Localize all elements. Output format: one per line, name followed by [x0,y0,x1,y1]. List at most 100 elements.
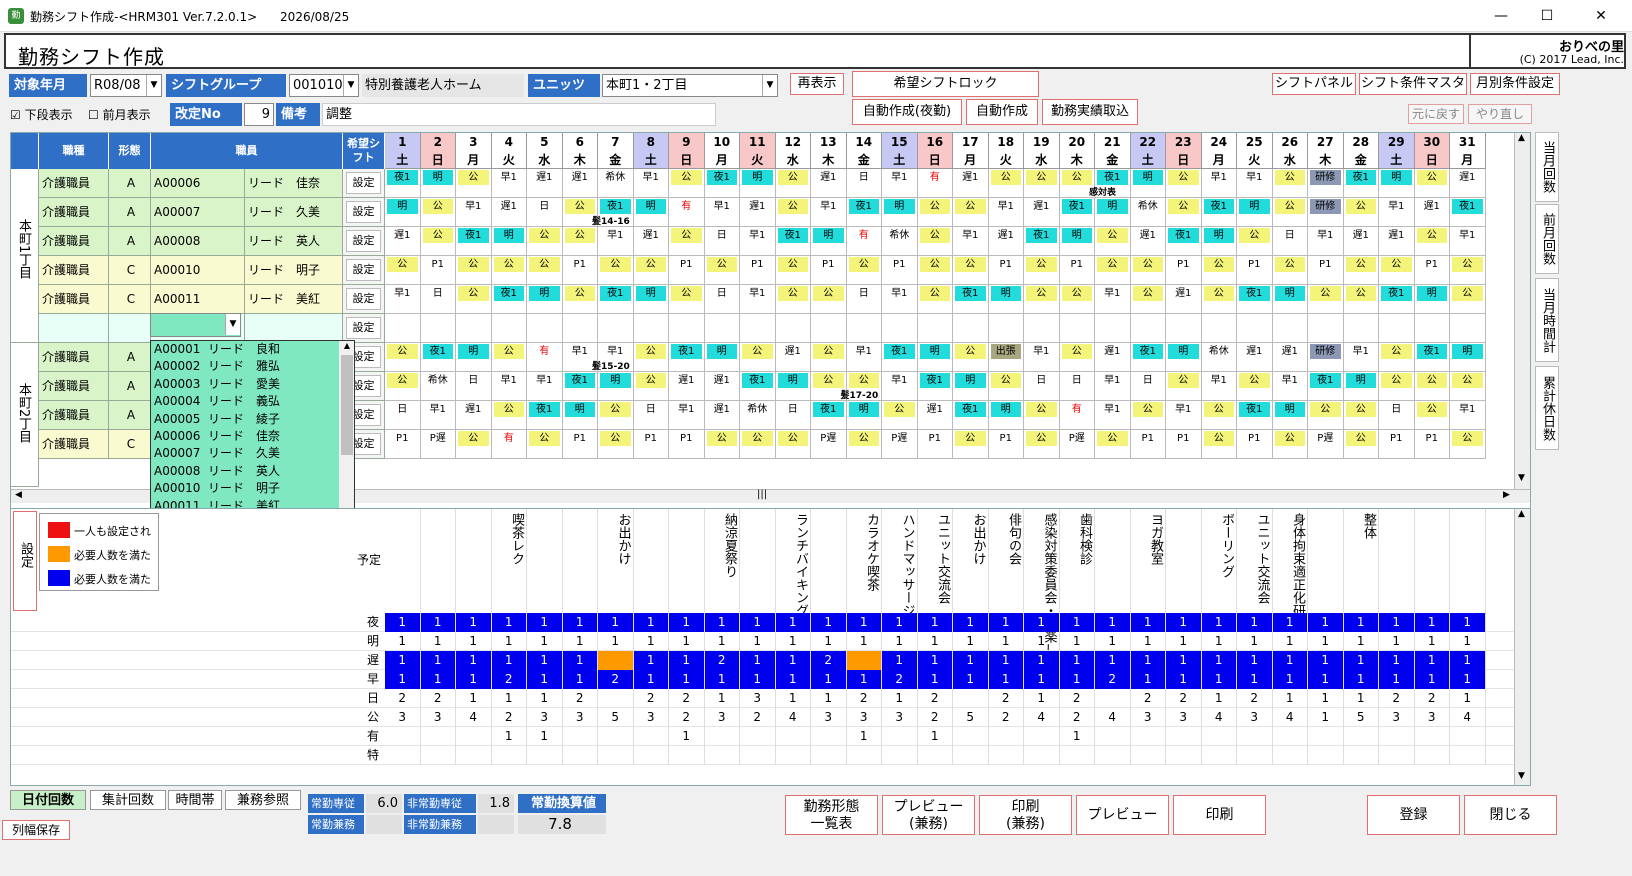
shift-cell[interactable]: 早1 [953,227,989,256]
shift-cell[interactable]: 遅1 [917,401,953,430]
shift-cell[interactable]: 遅1 [775,343,811,372]
shift-cell[interactable]: 夜1 [385,169,421,198]
shift-cell[interactable]: P1 [988,256,1024,285]
staff-id[interactable]: A00006 [151,169,245,198]
shift-cell[interactable] [491,314,527,343]
scroll-thumb[interactable] [341,355,353,455]
shift-cell[interactable]: 遅1 [1130,227,1166,256]
shift-condition-button[interactable]: シフト条件マスタ [1359,73,1467,95]
shift-cell[interactable]: 公 [385,343,421,372]
dropdown-item[interactable]: A00004 リード 義弘 [151,393,354,410]
shift-cell[interactable]: 有 [669,198,705,227]
shift-cell[interactable]: 公 [527,227,563,256]
shift-cell[interactable]: 明 [385,198,421,227]
shift-cell[interactable]: 夜1 [1343,169,1379,198]
shift-cell[interactable]: 明 [456,343,492,372]
shift-cell[interactable]: 遅1 [988,227,1024,256]
shift-cell[interactable] [1272,314,1308,343]
minimize-button[interactable]: — [1478,0,1524,32]
shift-cell[interactable]: 日 [420,285,456,314]
shift-cell[interactable] [1308,314,1344,343]
prev-count-button[interactable]: 前月回数 [1535,204,1559,274]
shift-cell[interactable]: P遅 [811,430,847,459]
shift-cell[interactable]: 希休 [1130,198,1166,227]
undo-button[interactable]: 元に戻す [1408,104,1464,124]
set-button[interactable]: 設定 [346,259,381,281]
shift-cell[interactable] [562,314,598,343]
shift-cell[interactable]: 公 [420,198,456,227]
shift-cell[interactable]: 明 [633,198,669,227]
shift-cell[interactable]: 明 [1237,198,1273,227]
close-window-button[interactable]: ✕ [1578,0,1624,32]
shift-cell[interactable]: 明 [740,169,776,198]
shift-cell[interactable]: P1 [1414,256,1450,285]
shift-cell[interactable]: 有 [491,430,527,459]
shift-cell[interactable]: 夜1 [491,285,527,314]
dropdown-item[interactable]: A00007 リード 久美 [151,445,354,462]
shift-cell[interactable]: P1 [562,256,598,285]
shift-cell[interactable]: 早1 [988,198,1024,227]
shift-cell[interactable]: P1 [988,430,1024,459]
shift-cell[interactable] [1237,314,1273,343]
shift-cell[interactable]: 公 [1414,169,1450,198]
shift-cell[interactable]: 明 [598,372,634,401]
shift-cell[interactable]: 遅1 [1166,285,1202,314]
shift-cell[interactable]: 公 [669,285,705,314]
shift-cell[interactable]: P1 [1237,256,1273,285]
shift-cell[interactable]: 公 [953,430,989,459]
dropdown-item[interactable]: A00002 リード 雅弘 [151,358,354,375]
shift-cell[interactable]: 公 [917,227,953,256]
shift-cell[interactable] [1059,314,1095,343]
shift-cell[interactable]: 明 [882,198,918,227]
set-button[interactable]: 設定 [346,317,381,339]
shift-cell[interactable]: 夜1 [775,227,811,256]
shift-cell[interactable]: 公 [598,401,634,430]
shift-cell[interactable]: 夜1 [917,372,953,401]
shift-cell[interactable]: 公 [1272,430,1308,459]
set-button[interactable]: 設定 [346,288,381,310]
save-width-button[interactable]: 列幅保存 [2,820,70,840]
shift-cell[interactable]: 遅1 [1343,227,1379,256]
shift-cell[interactable]: 公 [1095,227,1131,256]
scroll-down-icon[interactable]: ▼ [1518,771,1525,781]
dropdown-item[interactable]: A00010 リード 明子 [151,480,354,497]
shift-cell[interactable]: 希休 [740,401,776,430]
shift-cell[interactable]: 日 [1272,227,1308,256]
shift-cell[interactable]: 夜1 [527,401,563,430]
shift-cell[interactable]: 早1 [420,401,456,430]
shift-cell[interactable]: 公 [917,285,953,314]
year-select[interactable]: R08/08 ▼ [90,74,162,97]
shift-cell[interactable]: 公 [1308,285,1344,314]
shift-cell[interactable] [882,314,918,343]
shift-cell[interactable]: 公 [1272,256,1308,285]
shift-cell[interactable]: 日 [1024,372,1060,401]
preview-button[interactable]: プレビュー [1076,795,1169,835]
shift-cell[interactable]: 夜1 [953,285,989,314]
shift-cell[interactable]: 夜1 [456,227,492,256]
shift-cell[interactable]: 公 [1450,256,1486,285]
shift-cell[interactable]: 日 [846,169,882,198]
shift-cell[interactable]: 公 [1343,256,1379,285]
shift-cell[interactable]: 明 [1379,169,1415,198]
shift-cell[interactable]: 明 [1414,285,1450,314]
shift-cell[interactable] [1414,314,1450,343]
shift-cell[interactable] [1450,314,1486,343]
shift-cell[interactable]: 遅1 [1095,343,1131,372]
shift-cell[interactable]: 公 [953,343,989,372]
shift-cell[interactable]: P遅 [1308,430,1344,459]
shift-cell[interactable] [704,314,740,343]
shift-cell[interactable]: 日 [704,227,740,256]
shift-cell[interactable]: 希休 [420,372,456,401]
shift-cell[interactable]: 公 [1450,372,1486,401]
shift-cell[interactable]: 明 [1272,285,1308,314]
shift-cell[interactable]: P1 [882,256,918,285]
shift-cell[interactable]: 早1 [1095,401,1131,430]
shift-cell[interactable] [669,314,705,343]
shift-cell[interactable]: 早1 [1450,227,1486,256]
staff-id[interactable]: A00007 [151,198,245,227]
shift-cell[interactable]: 遅1 [1024,198,1060,227]
shift-cell[interactable]: 明 [1450,343,1486,372]
shift-cell[interactable]: 公 [1343,198,1379,227]
shift-cell[interactable]: 夜1 [1130,343,1166,372]
shift-cell[interactable]: P1 [1379,430,1415,459]
